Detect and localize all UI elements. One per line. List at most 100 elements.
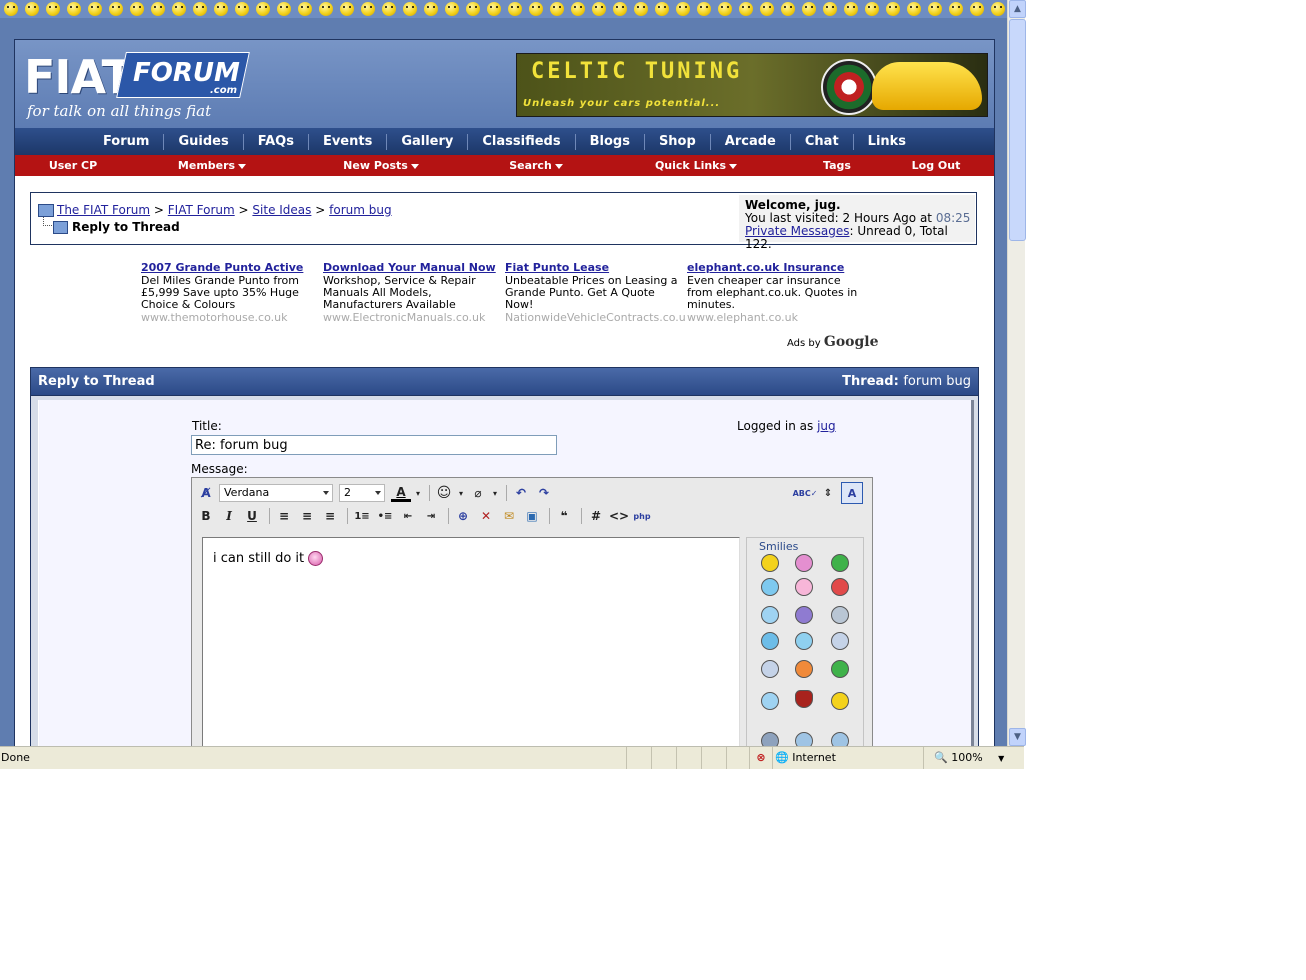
mad-icon[interactable] xyxy=(831,578,849,596)
spellcheck-icon[interactable]: ABC✓ xyxy=(793,483,818,503)
align-right-icon[interactable]: ≡ xyxy=(320,506,340,526)
insert-link-icon[interactable]: ⊕ xyxy=(453,506,473,526)
wink-icon[interactable] xyxy=(761,578,779,596)
ads-by-google[interactable]: Ads by Google xyxy=(787,334,879,350)
private-messages-link[interactable]: Private Messages xyxy=(745,224,850,238)
align-left-icon[interactable]: ≡ xyxy=(274,506,294,526)
remove-format-icon[interactable]: A̸ xyxy=(196,483,216,503)
underline-icon[interactable]: U xyxy=(242,506,262,526)
title-input[interactable] xyxy=(191,435,557,455)
nav-links[interactable]: Links xyxy=(854,134,920,150)
font-size-select[interactable]: 2 xyxy=(339,484,385,502)
remove-link-icon[interactable]: ✕ xyxy=(476,506,496,526)
wrap-code-hash-icon[interactable]: # xyxy=(586,506,606,526)
attachment-icon[interactable]: ⌀ xyxy=(468,483,488,503)
indent-icon[interactable]: ⇥ xyxy=(421,506,441,526)
subnav-log-out[interactable]: Log Out xyxy=(885,159,987,172)
font-name-select[interactable]: Verdana xyxy=(219,484,333,502)
text-color-icon[interactable]: A xyxy=(391,485,411,502)
nav-events[interactable]: Events xyxy=(309,133,388,150)
insert-image-icon[interactable]: ▣ xyxy=(522,506,542,526)
switch-editor-mode-icon[interactable]: A xyxy=(841,482,863,504)
zoom-control[interactable]: 🔍 100% ▼ xyxy=(923,747,1018,769)
ad-title-link[interactable]: 2007 Grande Punto Active xyxy=(141,262,319,274)
nav-blogs[interactable]: Blogs xyxy=(576,133,645,150)
wrap-code-icon[interactable]: <> xyxy=(609,506,629,526)
resize-editor-icon[interactable]: ⇕ xyxy=(818,483,838,503)
logged-in-user-link[interactable]: jug xyxy=(817,419,836,433)
tongue-icon[interactable] xyxy=(795,578,813,596)
subnav-quick-links[interactable]: Quick Links xyxy=(603,159,789,172)
outdent-icon[interactable]: ⇤ xyxy=(398,506,418,526)
scroll-up-icon[interactable]: ▲ xyxy=(1009,0,1026,18)
italic-icon[interactable]: I xyxy=(219,506,239,526)
scroll-down-icon[interactable]: ▼ xyxy=(1009,728,1026,746)
eek-icon[interactable] xyxy=(831,606,849,624)
wrap-php-icon[interactable]: php xyxy=(632,506,652,526)
breadcrumb-link-forum-bug[interactable]: forum bug xyxy=(329,203,391,217)
undo-icon[interactable]: ↶ xyxy=(511,483,531,503)
breadcrumb-link-fiat-forum[interactable]: FIAT Forum xyxy=(168,203,235,217)
security-zone[interactable]: 🌐 Internet xyxy=(772,747,925,769)
dizzy-icon[interactable] xyxy=(831,732,849,746)
subnav-tags[interactable]: Tags xyxy=(789,159,885,172)
nav-forum[interactable]: Forum xyxy=(89,133,165,150)
insert-smilie-icon[interactable]: ☺ xyxy=(434,483,454,503)
ad-title-link[interactable]: Download Your Manual Now xyxy=(323,262,501,274)
nav-gallery[interactable]: Gallery xyxy=(387,133,469,150)
logo-forum-text[interactable]: FORUM xyxy=(133,58,240,88)
nav-chat[interactable]: Chat xyxy=(791,133,854,150)
ghost-icon[interactable] xyxy=(761,732,779,746)
bold-icon[interactable]: B xyxy=(196,506,216,526)
dropdown-arrow-icon[interactable]: ▾ xyxy=(491,483,499,503)
align-center-icon[interactable]: ≡ xyxy=(297,506,317,526)
breadcrumb-current: Reply to Thread xyxy=(72,220,180,234)
sick-icon[interactable] xyxy=(831,660,849,678)
thumbs-up-icon[interactable] xyxy=(831,632,849,650)
redo-icon[interactable]: ↷ xyxy=(534,483,554,503)
subnav-user-cp[interactable]: User CP xyxy=(15,159,131,172)
ad-title-link[interactable]: Fiat Punto Lease xyxy=(505,262,683,274)
rolleyes-icon[interactable] xyxy=(795,632,813,650)
smoking-icon[interactable] xyxy=(831,692,849,710)
grin-icon[interactable] xyxy=(831,554,849,572)
breadcrumb-link-fiat-forum-home[interactable]: The FIAT Forum xyxy=(57,203,150,217)
subnav-members[interactable]: Members xyxy=(131,159,293,172)
smile-icon[interactable] xyxy=(761,554,779,572)
nav-faqs[interactable]: FAQs xyxy=(244,133,309,150)
dropdown-arrow-icon[interactable]: ▾ xyxy=(414,483,422,503)
cool-icon[interactable] xyxy=(761,632,779,650)
sad-icon[interactable] xyxy=(761,692,779,710)
subnav-search[interactable]: Search xyxy=(469,159,603,172)
chat-icon[interactable] xyxy=(761,660,779,678)
breadcrumb-link-site-ideas[interactable]: Site Ideas xyxy=(252,203,311,217)
devil-icon[interactable] xyxy=(795,690,813,708)
celtic-tuning-banner[interactable]: CELTIC TUNING Unleash your cars potentia… xyxy=(516,53,988,117)
ad-url[interactable]: www.themotorhouse.co.uk xyxy=(141,312,319,324)
ad-url[interactable]: www.ElectronicManuals.co.uk xyxy=(323,312,501,324)
ordered-list-icon[interactable]: 1≡ xyxy=(352,506,372,526)
scrollbar-thumb[interactable] xyxy=(1009,19,1026,241)
nav-guides[interactable]: Guides xyxy=(164,133,244,150)
blocked-popup-icon[interactable]: ⊗ xyxy=(749,747,772,769)
subnav-new-posts[interactable]: New Posts xyxy=(293,159,469,172)
folder-icon[interactable] xyxy=(38,204,54,217)
vertical-scrollbar[interactable]: ▲ ▼ xyxy=(1007,0,1026,746)
insert-email-icon[interactable]: ✉ xyxy=(499,506,519,526)
nav-arcade[interactable]: Arcade xyxy=(711,133,791,150)
ad-url[interactable]: NationwideVehicleContracts.co.u xyxy=(505,312,686,324)
nav-shop[interactable]: Shop xyxy=(645,133,711,150)
unordered-list-icon[interactable]: •≡ xyxy=(375,506,395,526)
frown-icon[interactable] xyxy=(795,606,813,624)
nav-classifieds[interactable]: Classifieds xyxy=(468,133,576,150)
reply-header-thread: Thread: forum bug xyxy=(842,374,971,389)
alien-icon[interactable] xyxy=(795,732,813,746)
message-textarea[interactable]: i can still do it xyxy=(202,537,740,746)
insert-quote-icon[interactable]: ❝ xyxy=(554,506,574,526)
biggrin-icon[interactable] xyxy=(795,554,813,572)
dropdown-arrow-icon[interactable]: ▾ xyxy=(457,483,465,503)
smash-icon[interactable] xyxy=(795,660,813,678)
confused-icon[interactable] xyxy=(761,606,779,624)
ad-title-link[interactable]: elephant.co.uk Insurance xyxy=(687,262,865,274)
ad-url[interactable]: www.elephant.co.uk xyxy=(687,312,865,324)
